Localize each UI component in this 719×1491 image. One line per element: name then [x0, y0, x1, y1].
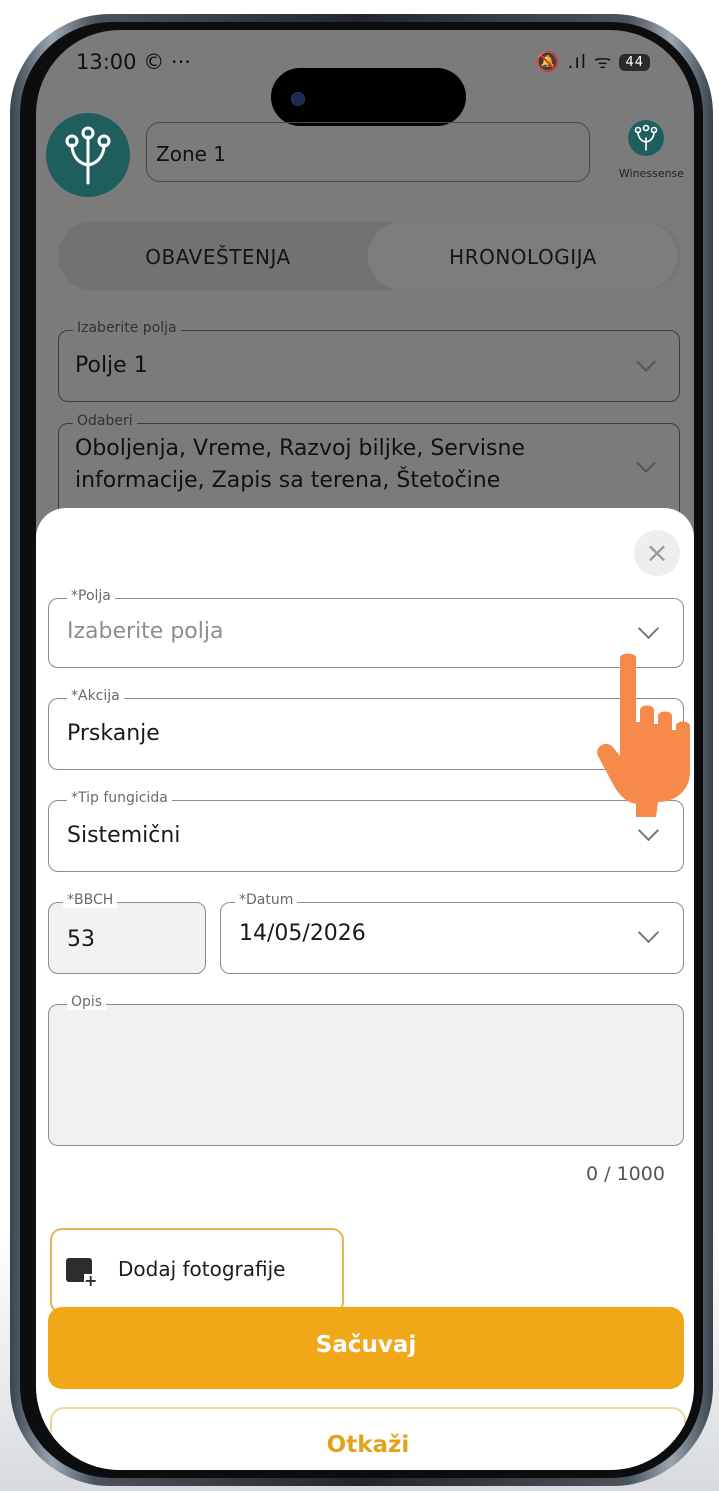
brand-logo-icon	[628, 120, 664, 156]
field-filter-select[interactable]: Izaberite polja Polje 1	[58, 320, 680, 402]
clock: 13:00	[76, 50, 137, 74]
akcija-legend: *Akcija	[67, 688, 124, 704]
opis-textarea[interactable]: Opis	[48, 994, 684, 1146]
datum-picker[interactable]: *Datum 14/05/2026	[220, 892, 684, 974]
zone-value: Zone 1	[156, 142, 226, 166]
app-logo-icon[interactable]	[46, 113, 130, 197]
brand-name: Winessense	[618, 167, 685, 180]
field-filter-legend: Izaberite polja	[73, 320, 181, 336]
character-counter: 0 / 1000	[586, 1163, 665, 1185]
tab-label: OBAVEŠTENJA	[145, 245, 291, 269]
close-button[interactable]: ×	[634, 530, 680, 576]
add-photos-label: Dodaj fotografije	[118, 1257, 286, 1281]
cancel-label: Otkaži	[326, 1432, 410, 1458]
datum-legend: *Datum	[235, 892, 298, 908]
tip-fungicida-select[interactable]: *Tip fungicida Sistemični	[48, 790, 684, 872]
plus-icon: +	[84, 1271, 98, 1290]
tap-hand-icon	[597, 653, 690, 817]
signal-icon: 🔕 .ıl ᯤ	[535, 51, 613, 73]
category-filter-line2: informacije, Zapis sa terena, Štetočine	[75, 468, 501, 493]
cancel-button[interactable]: Otkaži	[50, 1407, 686, 1470]
category-filter-legend: Odaberi	[73, 413, 137, 429]
chevron-down-icon	[636, 352, 656, 372]
akcija-select[interactable]: *Akcija Prskanje	[48, 688, 684, 770]
chevron-down-icon	[637, 921, 660, 944]
polja-legend: *Polja	[67, 588, 115, 604]
tab-label: HRONOLOGIJA	[449, 245, 597, 269]
datum-value: 14/05/2026	[239, 921, 366, 946]
battery-icon: 44	[619, 54, 650, 71]
phone-screen: 13:00 © ··· 🔕 .ıl ᯤ 44 Zone 1 Winessense…	[36, 30, 694, 1470]
plant-logo-icon	[65, 126, 111, 185]
bbch-field: *BBCH 53	[48, 892, 206, 974]
tip-fungicida-value: Sistemični	[67, 823, 181, 848]
tab-obavestenja[interactable]: OBAVEŠTENJA	[58, 222, 378, 290]
polja-placeholder: Izaberite polja	[67, 619, 224, 644]
camera-icon	[291, 92, 305, 106]
bbch-value: 53	[67, 927, 95, 952]
field-filter-value: Polje 1	[75, 353, 148, 378]
status-notifications: © ···	[143, 50, 191, 74]
tip-fungicida-legend: *Tip fungicida	[67, 790, 172, 806]
status-icons: 🔕 .ıl ᯤ 44	[536, 48, 650, 74]
akcija-value: Prskanje	[67, 721, 160, 746]
chevron-down-icon	[636, 453, 656, 473]
save-label: Sačuvaj	[315, 1332, 417, 1358]
opis-legend: Opis	[67, 994, 107, 1010]
polja-select[interactable]: *Polja Izaberite polja	[48, 588, 684, 668]
status-time: 13:00 © ···	[76, 50, 191, 74]
bbch-legend: *BBCH	[63, 892, 118, 908]
save-button[interactable]: Sačuvaj	[48, 1307, 684, 1389]
brand-plant-icon	[634, 124, 658, 151]
chevron-down-icon	[637, 819, 660, 842]
category-filter-line1: Oboljenja, Vreme, Razvoj biljke, Servisn…	[75, 436, 525, 461]
tab-hronologija[interactable]: HRONOLOGIJA	[368, 222, 678, 290]
chevron-down-icon	[637, 617, 660, 640]
close-icon: ×	[645, 536, 669, 569]
